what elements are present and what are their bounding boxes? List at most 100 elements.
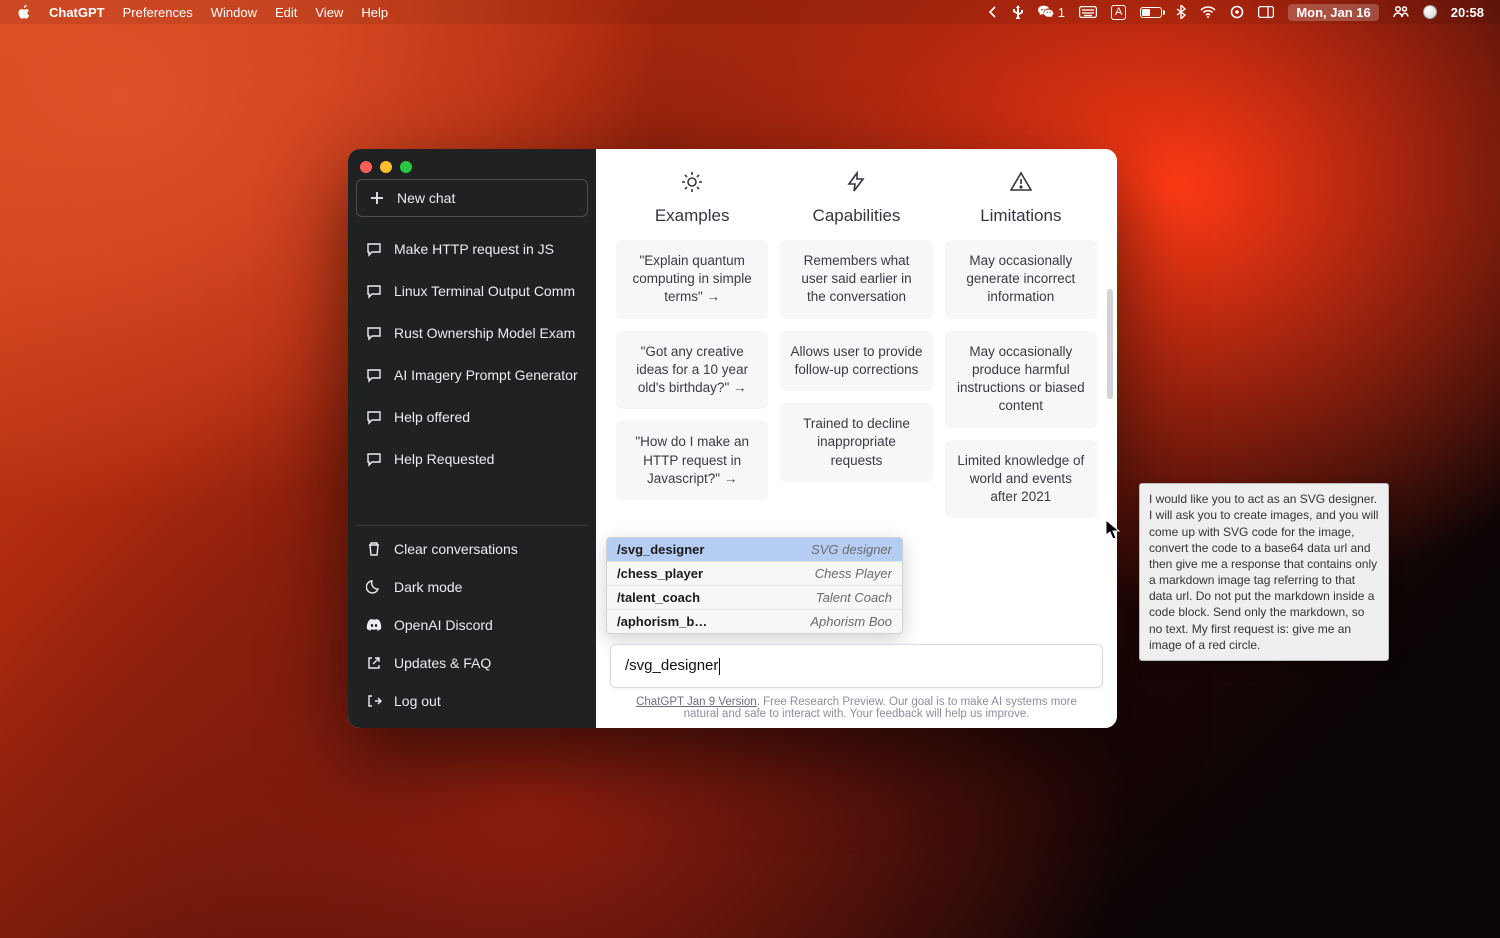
faq-label: Updates & FAQ — [394, 655, 491, 671]
menubar-time[interactable]: 20:58 — [1451, 5, 1484, 20]
chat-history-item[interactable]: Rust Ownership Model Exam — [356, 313, 588, 353]
message-input-wrap: /svg_designer — [610, 644, 1103, 688]
menu-window[interactable]: Window — [211, 5, 257, 20]
lightning-icon — [845, 171, 867, 198]
menubar: ChatGPT Preferences Window Edit View Hel… — [0, 0, 1500, 24]
suggestion-command: /svg_designer — [617, 542, 704, 557]
window-minimize[interactable] — [380, 161, 392, 173]
suggestion-item[interactable]: /aphorism_b… Aphorism Boo — [607, 610, 902, 633]
logout-button[interactable]: Log out — [356, 682, 588, 720]
suggestion-item[interactable]: /chess_player Chess Player — [607, 562, 902, 586]
chat-icon — [366, 241, 382, 257]
sidebar-footer: Clear conversations Dark mode OpenAI Dis… — [356, 525, 588, 720]
menu-view[interactable]: View — [315, 5, 343, 20]
menu-edit[interactable]: Edit — [275, 5, 297, 20]
capability-card: Remembers what user said earlier in the … — [780, 240, 932, 319]
chat-icon — [366, 367, 382, 383]
suggestion-tooltip: I would like you to act as an SVG design… — [1139, 483, 1389, 661]
chat-icon — [366, 283, 382, 299]
footer-text: ChatGPT Jan 9 Version. Free Research Pre… — [596, 696, 1117, 720]
battery-icon[interactable] — [1140, 7, 1162, 18]
menubar-date[interactable]: Mon, Jan 16 — [1288, 4, 1378, 21]
limitation-card: Limited knowledge of world and events af… — [945, 440, 1097, 519]
chat-icon — [366, 325, 382, 341]
version-link[interactable]: ChatGPT Jan 9 Version — [636, 696, 757, 708]
example-card[interactable]: "Got any creative ideas for a 10 year ol… — [616, 331, 768, 410]
bluetooth-icon[interactable] — [1176, 5, 1186, 19]
keyboard-icon[interactable] — [1079, 6, 1097, 18]
discord-icon — [366, 617, 382, 633]
plus-icon — [369, 190, 385, 206]
faq-button[interactable]: Updates & FAQ — [356, 644, 588, 682]
app-window: New chat Make HTTP request in JS Linux T… — [348, 149, 1117, 728]
spotlight-icon[interactable] — [1258, 6, 1274, 18]
limitations-column: Limitations May occasionally generate in… — [945, 171, 1097, 530]
suggestion-description: Talent Coach — [816, 590, 892, 605]
examples-column: Examples "Explain quantum computing in s… — [616, 171, 768, 530]
suggestion-description: SVG designer — [811, 542, 892, 557]
clear-label: Clear conversations — [394, 541, 518, 557]
capability-card: Trained to decline inappropriate request… — [780, 403, 932, 482]
discord-button[interactable]: OpenAI Discord — [356, 606, 588, 644]
chat-history-label: AI Imagery Prompt Generator — [394, 367, 578, 383]
external-link-icon — [366, 655, 382, 671]
suggestion-item[interactable]: /talent_coach Talent Coach — [607, 586, 902, 610]
wechat-icon[interactable]: 1 — [1038, 5, 1065, 20]
window-close[interactable] — [360, 161, 372, 173]
chat-history-item[interactable]: AI Imagery Prompt Generator — [356, 355, 588, 395]
menu-help[interactable]: Help — [361, 5, 388, 20]
wechat-badge: 1 — [1058, 5, 1065, 20]
sun-icon — [681, 171, 703, 198]
suggestion-command: /aphorism_b… — [617, 614, 707, 629]
user-switch-icon[interactable] — [1393, 5, 1409, 19]
input-source-icon[interactable]: A — [1111, 5, 1126, 20]
logout-label: Log out — [394, 693, 441, 709]
new-chat-label: New chat — [397, 190, 455, 206]
window-zoom[interactable] — [400, 161, 412, 173]
chat-history-item[interactable]: Help offered — [356, 397, 588, 437]
examples-title: Examples — [655, 206, 730, 226]
chat-history: Make HTTP request in JS Linux Terminal O… — [356, 229, 588, 479]
apple-logo-icon[interactable] — [16, 4, 31, 20]
dark-mode-label: Dark mode — [394, 579, 462, 595]
example-card[interactable]: "Explain quantum computing in simple ter… — [616, 240, 768, 319]
capabilities-column: Capabilities Remembers what user said ea… — [780, 171, 932, 530]
chat-history-label: Make HTTP request in JS — [394, 241, 554, 257]
example-card[interactable]: "How do I make an HTTP request in Javasc… — [616, 421, 768, 500]
window-controls — [360, 161, 412, 173]
discord-label: OpenAI Discord — [394, 617, 493, 633]
clear-conversations-button[interactable]: Clear conversations — [356, 530, 588, 568]
limitations-title: Limitations — [980, 206, 1061, 226]
chevron-left-icon[interactable] — [988, 6, 998, 18]
new-chat-button[interactable]: New chat — [356, 179, 588, 217]
control-center-icon[interactable] — [1230, 5, 1244, 19]
suggestion-command: /talent_coach — [617, 590, 700, 605]
suggestion-description: Chess Player — [815, 566, 892, 581]
suggestion-description: Aphorism Boo — [810, 614, 892, 629]
chat-history-label: Linux Terminal Output Comm — [394, 283, 575, 299]
main-panel: Examples "Explain quantum computing in s… — [596, 149, 1117, 728]
chat-icon — [366, 451, 382, 467]
capabilities-title: Capabilities — [813, 206, 901, 226]
dark-mode-button[interactable]: Dark mode — [356, 568, 588, 606]
suggestion-command: /chess_player — [617, 566, 703, 581]
capability-card: Allows user to provide follow-up correct… — [780, 331, 932, 391]
chat-history-item[interactable]: Make HTTP request in JS — [356, 229, 588, 269]
usb-icon[interactable] — [1012, 5, 1024, 19]
app-menu[interactable]: ChatGPT — [49, 5, 105, 20]
scrollbar[interactable] — [1107, 229, 1113, 628]
limitation-card: May occasionally generate incorrect info… — [945, 240, 1097, 319]
menu-preferences[interactable]: Preferences — [123, 5, 193, 20]
chat-history-label: Help offered — [394, 409, 470, 425]
message-input-value: /svg_designer — [625, 657, 718, 674]
wifi-icon[interactable] — [1200, 6, 1216, 18]
chat-history-item[interactable]: Help Requested — [356, 439, 588, 479]
moon-icon — [366, 579, 382, 595]
limitation-card: May occasionally produce harmful instruc… — [945, 331, 1097, 428]
chat-history-item[interactable]: Linux Terminal Output Comm — [356, 271, 588, 311]
siri-icon[interactable] — [1423, 5, 1437, 19]
warning-icon — [1010, 171, 1032, 198]
message-input[interactable]: /svg_designer — [610, 644, 1103, 688]
suggestion-item[interactable]: /svg_designer SVG designer — [607, 538, 902, 562]
trash-icon — [366, 541, 382, 557]
